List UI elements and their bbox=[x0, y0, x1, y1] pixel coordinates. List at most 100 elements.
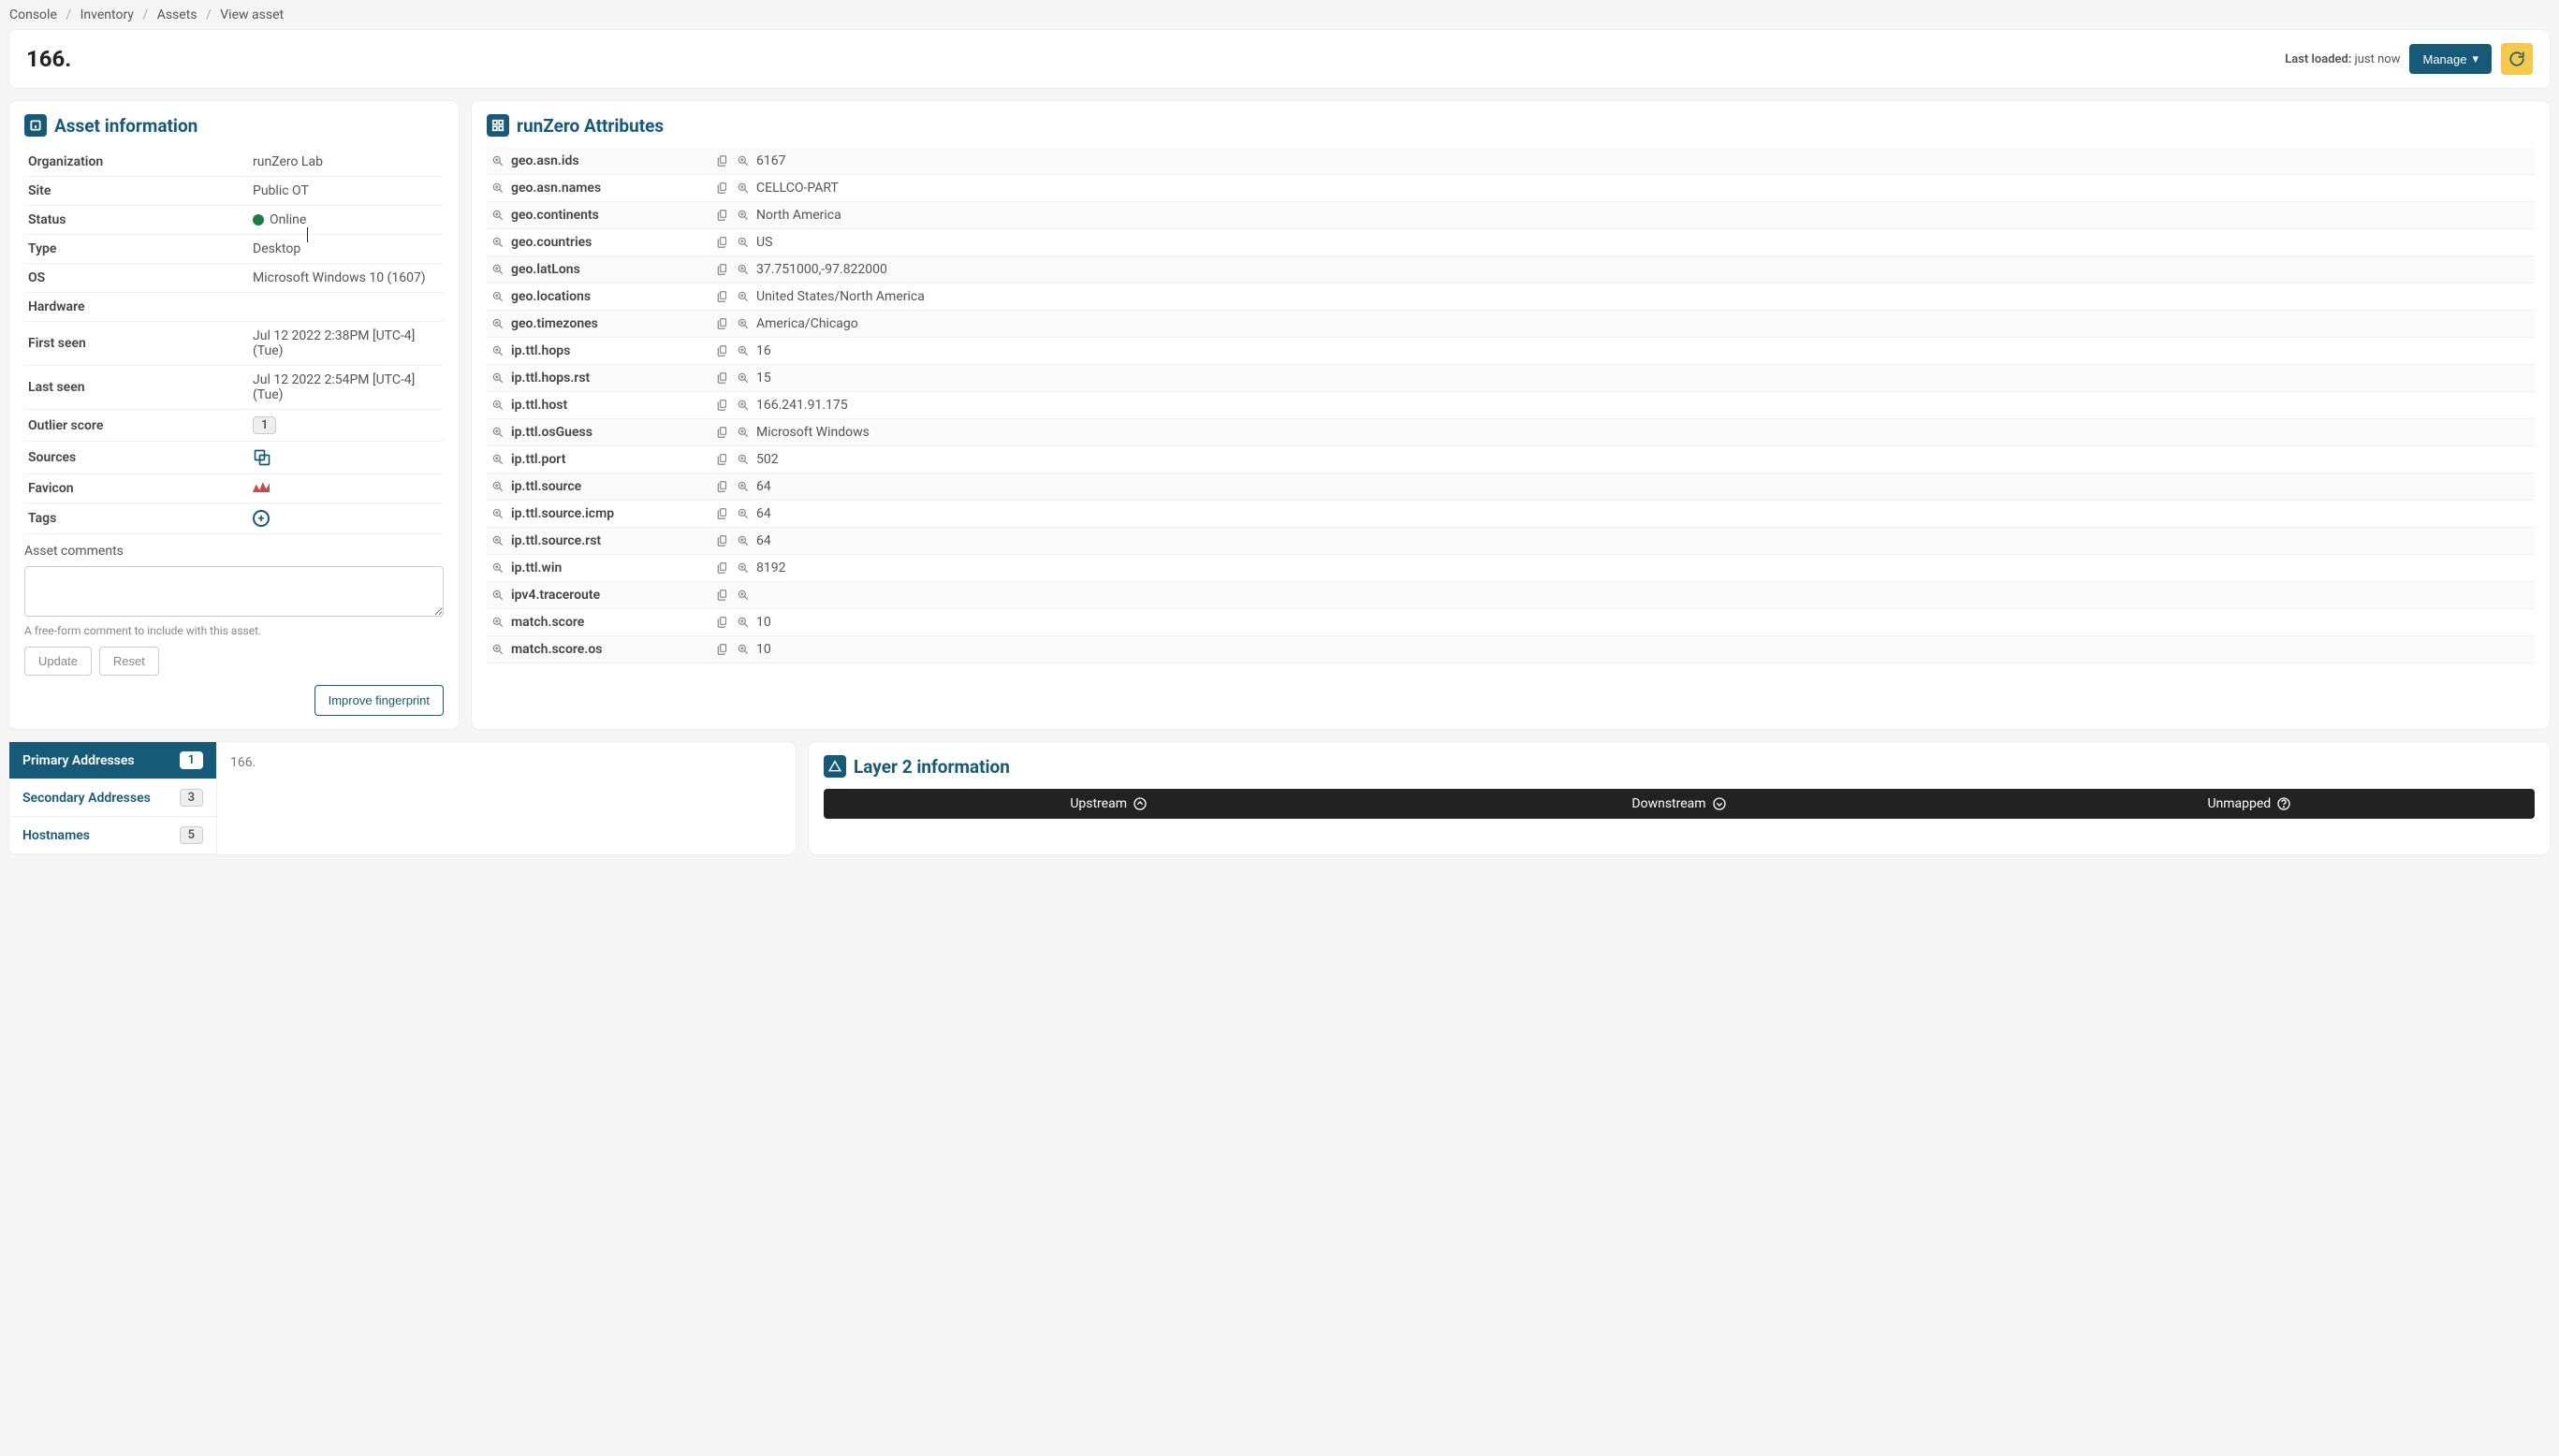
copy-icon[interactable] bbox=[715, 343, 730, 358]
copy-icon[interactable] bbox=[715, 398, 730, 413]
attribute-row: geo.asn.ids6167 bbox=[487, 148, 2535, 175]
attribute-key: geo.timezones bbox=[511, 316, 598, 331]
search-value-icon[interactable] bbox=[736, 588, 751, 603]
search-value-icon[interactable] bbox=[736, 615, 751, 630]
asset-info-value[interactable]: Jul 12 2022 2:54PM [UTC-4] (Tue) bbox=[249, 366, 444, 410]
search-key-icon[interactable] bbox=[490, 479, 505, 494]
attribute-value: United States/North America bbox=[756, 289, 925, 304]
asset-comments-input[interactable] bbox=[24, 566, 444, 617]
attribute-value: 64 bbox=[756, 479, 771, 494]
copy-icon[interactable] bbox=[715, 425, 730, 440]
search-key-icon[interactable] bbox=[490, 262, 505, 277]
copy-icon[interactable] bbox=[715, 371, 730, 386]
copy-icon[interactable] bbox=[715, 289, 730, 304]
attribute-key: ip.ttl.hops bbox=[511, 343, 570, 358]
asset-info-key: Hardware bbox=[24, 293, 249, 322]
copy-icon[interactable] bbox=[715, 208, 730, 223]
copy-icon[interactable] bbox=[715, 262, 730, 277]
search-key-icon[interactable] bbox=[490, 398, 505, 413]
search-key-icon[interactable] bbox=[490, 153, 505, 168]
search-value-icon[interactable] bbox=[736, 398, 751, 413]
address-tab[interactable]: Secondary Addresses3 bbox=[9, 779, 216, 817]
copy-icon[interactable] bbox=[715, 316, 730, 331]
attribute-key: geo.locations bbox=[511, 289, 591, 304]
search-value-icon[interactable] bbox=[736, 262, 751, 277]
copy-icon[interactable] bbox=[715, 506, 730, 521]
layer2-downstream-col[interactable]: Downstream bbox=[1394, 789, 1964, 819]
search-value-icon[interactable] bbox=[736, 235, 751, 250]
search-key-icon[interactable] bbox=[490, 452, 505, 467]
asset-info-value bbox=[249, 442, 444, 474]
search-value-icon[interactable] bbox=[736, 153, 751, 168]
search-key-icon[interactable] bbox=[490, 506, 505, 521]
attribute-key: geo.countries bbox=[511, 235, 592, 250]
address-tab[interactable]: Primary Addresses1 bbox=[9, 742, 216, 779]
improve-fingerprint-button[interactable]: Improve fingerprint bbox=[314, 685, 444, 716]
copy-icon[interactable] bbox=[715, 479, 730, 494]
tab-count-badge: 1 bbox=[180, 751, 203, 769]
copy-icon[interactable] bbox=[715, 452, 730, 467]
copy-icon[interactable] bbox=[715, 615, 730, 630]
search-value-icon[interactable] bbox=[736, 425, 751, 440]
layer2-upstream-col[interactable]: Upstream bbox=[824, 789, 1394, 819]
search-value-icon[interactable] bbox=[736, 343, 751, 358]
attribute-row: ip.ttl.source.icmp64 bbox=[487, 501, 2535, 528]
refresh-icon bbox=[2508, 51, 2525, 67]
search-key-icon[interactable] bbox=[490, 561, 505, 575]
search-key-icon[interactable] bbox=[490, 289, 505, 304]
breadcrumb-inventory[interactable]: Inventory bbox=[80, 7, 134, 22]
chevron-up-circle-icon bbox=[1133, 796, 1148, 811]
layer2-unmapped-col[interactable]: Unmapped bbox=[1965, 789, 2535, 819]
search-value-icon[interactable] bbox=[736, 181, 751, 196]
search-value-icon[interactable] bbox=[736, 208, 751, 223]
attribute-row: ip.ttl.hops16 bbox=[487, 338, 2535, 365]
search-key-icon[interactable] bbox=[490, 181, 505, 196]
refresh-button[interactable] bbox=[2501, 43, 2533, 75]
layer2-card: Layer 2 information Upstream Downstream … bbox=[809, 742, 2550, 854]
copy-icon[interactable] bbox=[715, 642, 730, 657]
copy-icon[interactable] bbox=[715, 533, 730, 548]
search-key-icon[interactable] bbox=[490, 642, 505, 657]
search-key-icon[interactable] bbox=[490, 615, 505, 630]
search-key-icon[interactable] bbox=[490, 371, 505, 386]
asset-info-key: Organization bbox=[24, 148, 249, 177]
layer2-header: Upstream Downstream Unmapped bbox=[824, 789, 2535, 819]
address-tab[interactable]: Hostnames5 bbox=[9, 817, 216, 854]
search-value-icon[interactable] bbox=[736, 316, 751, 331]
search-key-icon[interactable] bbox=[490, 235, 505, 250]
page-header: 166. Last loaded: just now Manage ▾ bbox=[9, 30, 2550, 88]
search-value-icon[interactable] bbox=[736, 452, 751, 467]
search-value-icon[interactable] bbox=[736, 506, 751, 521]
breadcrumb-assets[interactable]: Assets bbox=[157, 7, 197, 22]
copy-icon[interactable] bbox=[715, 153, 730, 168]
search-value-icon[interactable] bbox=[736, 533, 751, 548]
update-button[interactable]: Update bbox=[24, 647, 92, 676]
add-tag-button[interactable]: + bbox=[253, 510, 270, 527]
attribute-key: geo.latLons bbox=[511, 262, 580, 277]
search-value-icon[interactable] bbox=[736, 561, 751, 575]
copy-icon[interactable] bbox=[715, 235, 730, 250]
runzero-attributes-card: runZero Attributes geo.asn.ids6167geo.as… bbox=[472, 101, 2550, 729]
search-value-icon[interactable] bbox=[736, 289, 751, 304]
search-value-icon[interactable] bbox=[736, 371, 751, 386]
attribute-row: geo.continentsNorth America bbox=[487, 202, 2535, 229]
search-value-icon[interactable] bbox=[736, 642, 751, 657]
manage-button[interactable]: Manage ▾ bbox=[2409, 44, 2492, 74]
search-key-icon[interactable] bbox=[490, 533, 505, 548]
search-key-icon[interactable] bbox=[490, 316, 505, 331]
search-key-icon[interactable] bbox=[490, 343, 505, 358]
asset-info-key: OS bbox=[24, 264, 249, 293]
layer2-icon bbox=[824, 755, 846, 778]
outlier-badge: 1 bbox=[253, 416, 276, 434]
copy-icon[interactable] bbox=[715, 588, 730, 603]
breadcrumb-console[interactable]: Console bbox=[9, 7, 57, 22]
copy-icon[interactable] bbox=[715, 561, 730, 575]
copy-icon[interactable] bbox=[715, 181, 730, 196]
attribute-value: CELLCO-PART bbox=[756, 181, 839, 196]
search-key-icon[interactable] bbox=[490, 588, 505, 603]
search-key-icon[interactable] bbox=[490, 425, 505, 440]
search-value-icon[interactable] bbox=[736, 479, 751, 494]
reset-button[interactable]: Reset bbox=[99, 647, 159, 676]
info-icon bbox=[24, 114, 47, 137]
search-key-icon[interactable] bbox=[490, 208, 505, 223]
